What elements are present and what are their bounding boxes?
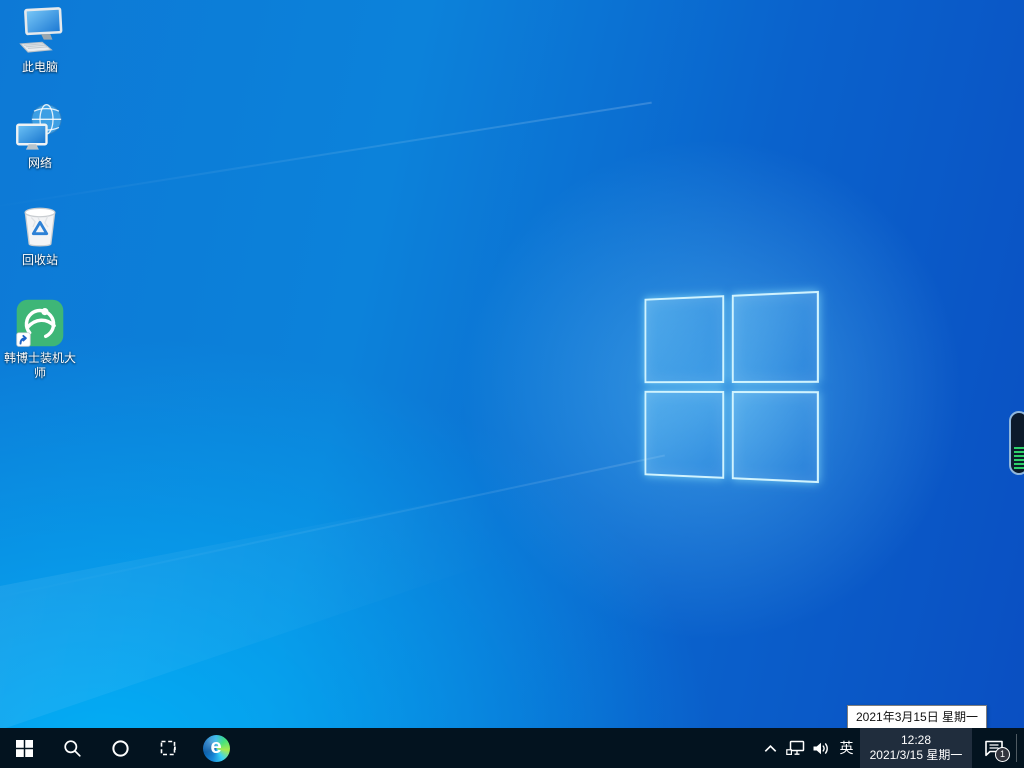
windows-logo-pane <box>644 390 725 479</box>
desktop-icon-label: 此电脑 <box>21 60 58 74</box>
chevron-up-icon <box>764 744 777 752</box>
action-center-button[interactable]: 1 <box>972 728 1016 768</box>
light-beam <box>0 101 652 210</box>
start-button[interactable] <box>0 728 48 768</box>
tray-expand-button[interactable] <box>758 728 783 768</box>
volume-level-indicator <box>1009 411 1024 475</box>
network-tray-button[interactable] <box>783 728 808 768</box>
wallpaper <box>0 0 1024 728</box>
edge-browser-button[interactable]: e <box>192 728 240 768</box>
clock-date: 2021/3/15 星期一 <box>869 748 963 762</box>
search-button[interactable] <box>48 728 96 768</box>
input-language-indicator[interactable]: 英 <box>833 728 860 768</box>
search-icon <box>63 739 81 757</box>
cortana-button[interactable] <box>96 728 144 768</box>
shortcut-arrow-icon <box>16 332 31 347</box>
taskbar: e 英 12:28 2021/3/15 星期一 1 <box>0 728 1024 768</box>
notification-badge: 1 <box>995 747 1010 762</box>
recycle-bin-icon <box>24 207 56 247</box>
windows-start-icon <box>15 739 33 757</box>
desktop-icon-label: 回收站 <box>21 253 58 267</box>
edge-browser-icon: e <box>202 734 230 762</box>
desktop-icon-network[interactable]: 网络 <box>1 102 79 171</box>
windows-logo-icon <box>644 290 819 484</box>
network-icon <box>16 104 62 150</box>
task-view-button[interactable] <box>144 728 192 768</box>
network-ethernet-icon <box>786 740 805 756</box>
volume-tray-button[interactable] <box>808 728 833 768</box>
desktop-icon-this-pc[interactable]: 此电脑 <box>1 6 79 75</box>
cortana-ring-icon <box>111 739 129 757</box>
speaker-volume-icon <box>813 742 828 754</box>
clock-time: 12:28 <box>900 733 932 747</box>
desktop-icon-recycle-bin[interactable]: 回收站 <box>1 199 79 268</box>
desktop-icon-hanboshi-installer[interactable]: 韩博士装机大师 <box>1 297 79 381</box>
this-pc-icon <box>19 7 63 53</box>
system-tray: 英 12:28 2021/3/15 星期一 1 <box>758 728 1024 768</box>
desktop-icon-label: 韩博士装机大师 <box>3 351 76 380</box>
windows-logo-pane <box>731 290 819 383</box>
show-desktop-button[interactable] <box>1017 728 1024 768</box>
desktop-icon-label: 网络 <box>27 156 52 170</box>
hanboshi-installer-icon <box>16 299 64 347</box>
task-view-icon <box>160 740 176 756</box>
taskbar-clock[interactable]: 12:28 2021/3/15 星期一 <box>860 728 972 768</box>
volume-level-segments <box>1014 447 1024 469</box>
windows-logo-pane <box>644 295 725 384</box>
light-wedge <box>0 454 686 728</box>
date-tooltip: 2021年3月15日 星期一 <box>847 705 988 729</box>
windows-desktop: 此电脑 网络 回收站 韩博士装机大师 2021年3月15日 星期一 e 英 12… <box>0 0 1024 768</box>
windows-logo-pane <box>731 391 819 484</box>
